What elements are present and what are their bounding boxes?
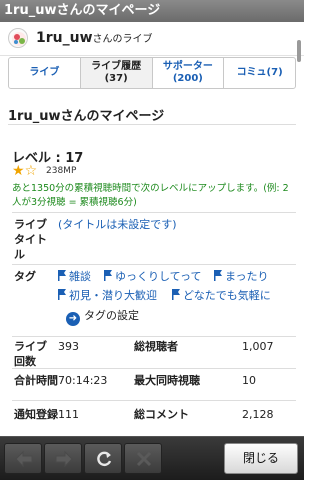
back-button[interactable] — [4, 443, 42, 474]
stat-value: 10 — [242, 374, 256, 387]
tag-label: 初見・潜り大歓迎 — [69, 289, 157, 302]
header-name: 1ru_uw — [36, 30, 93, 46]
tag-item[interactable]: ゆっくりしてって — [104, 268, 201, 284]
header-bar: 1ru_uwさんのライブ — [0, 22, 304, 56]
tag-flag-icon — [104, 270, 112, 281]
tab-bar: ライブ ライブ履歴 (37) サポーター (200) コミュ(7) — [8, 57, 296, 89]
scrollbar-thumb[interactable] — [297, 40, 301, 62]
mp-value: 238MP — [46, 166, 77, 176]
reload-icon — [97, 451, 112, 467]
arrow-right-icon — [55, 450, 73, 468]
stat-value: 70:14:23 — [58, 374, 108, 387]
stat-value: 111 — [58, 408, 79, 421]
level-stars: ★☆ — [12, 163, 37, 179]
tab-live-history[interactable]: ライブ履歴 (37) — [80, 58, 153, 88]
stat-label: 通知登録 — [14, 408, 58, 421]
stats-row: ライブ回数 393 総視聴者 1,007 — [12, 336, 296, 368]
header-suffix: さんのライブ — [92, 34, 153, 45]
header-title: 1ru_uwさんのライブ — [36, 30, 153, 46]
live-title-row: ライブタイトル (タイトルは未設定です) — [12, 212, 296, 264]
arrow-right-icon: ➜ — [66, 312, 80, 326]
stat-value: 393 — [58, 340, 79, 353]
tag-flag-icon — [58, 270, 66, 281]
stop-button[interactable] — [124, 443, 162, 474]
tag-label: ゆっくりしてって — [115, 270, 202, 283]
tag-flag-icon — [172, 289, 180, 300]
reload-button[interactable] — [84, 443, 122, 474]
tag-item[interactable]: 雑談 — [58, 268, 91, 284]
tab-supporter[interactable]: サポーター (200) — [153, 58, 225, 88]
forward-button[interactable] — [44, 443, 82, 474]
bottom-toolbar: 閉じる — [0, 436, 304, 480]
tab-count: (200) — [172, 73, 203, 84]
tag-label: どなたでも気軽に — [183, 289, 271, 302]
tags-label: タグ — [14, 270, 36, 283]
star-outline-icon: ☆ — [24, 163, 38, 179]
tag-flag-icon — [214, 270, 222, 281]
arrow-left-icon — [15, 450, 33, 468]
stat-value: 2,128 — [242, 408, 274, 421]
tab-label: コミュ(7) — [236, 67, 283, 78]
stats-row: 合計時間 70:14:23 最大同時視聴 10 — [12, 368, 296, 400]
avatar[interactable] — [8, 28, 28, 48]
stat-label: 総視聴者 — [134, 340, 178, 353]
tab-label: ライブ — [29, 67, 60, 78]
page-title: 1ru_uwさんのマイページ — [8, 109, 165, 124]
stat-label: 最大同時視聴 — [134, 374, 200, 387]
tab-community[interactable]: コミュ(7) — [224, 58, 295, 88]
tag-item[interactable]: 初見・潜り大歓迎 — [58, 287, 157, 303]
stat-value: 1,007 — [242, 340, 274, 353]
window-title: 1ru_uwさんのマイページ — [0, 0, 304, 22]
level-note: あと1350分の累積視聴時間で次のレベルにアップします。(例: 2人が3分視聴 … — [12, 183, 289, 208]
star-icon: ★ — [12, 163, 25, 179]
stats-row: 通知登録 111 総コメント 2,128 — [12, 400, 296, 436]
tag-label: まったり — [225, 270, 269, 283]
tab-label: ライブ履歴 — [91, 61, 142, 72]
tag-label: 雑談 — [69, 270, 91, 283]
tag-settings-link[interactable]: ➜ タグの設定 — [66, 307, 139, 326]
tag-item[interactable]: どなたでも気軽に — [172, 287, 271, 303]
tag-item[interactable]: まったり — [214, 268, 269, 284]
stat-label: 総コメント — [134, 408, 189, 421]
stat-label: ライブ回数 — [14, 340, 47, 368]
tab-live[interactable]: ライブ — [9, 58, 81, 88]
close-button[interactable]: 閉じる — [224, 443, 298, 474]
tab-count: (37) — [104, 73, 128, 84]
tab-label: サポーター — [162, 61, 213, 72]
tag-settings-label: タグの設定 — [84, 309, 139, 322]
live-title-label: ライブタイトル — [14, 218, 47, 261]
stop-icon — [136, 451, 152, 467]
divider — [8, 124, 296, 125]
tag-flag-icon — [58, 289, 66, 300]
live-title-value[interactable]: (タイトルは未設定です) — [58, 217, 177, 232]
stat-label: 合計時間 — [14, 374, 58, 387]
